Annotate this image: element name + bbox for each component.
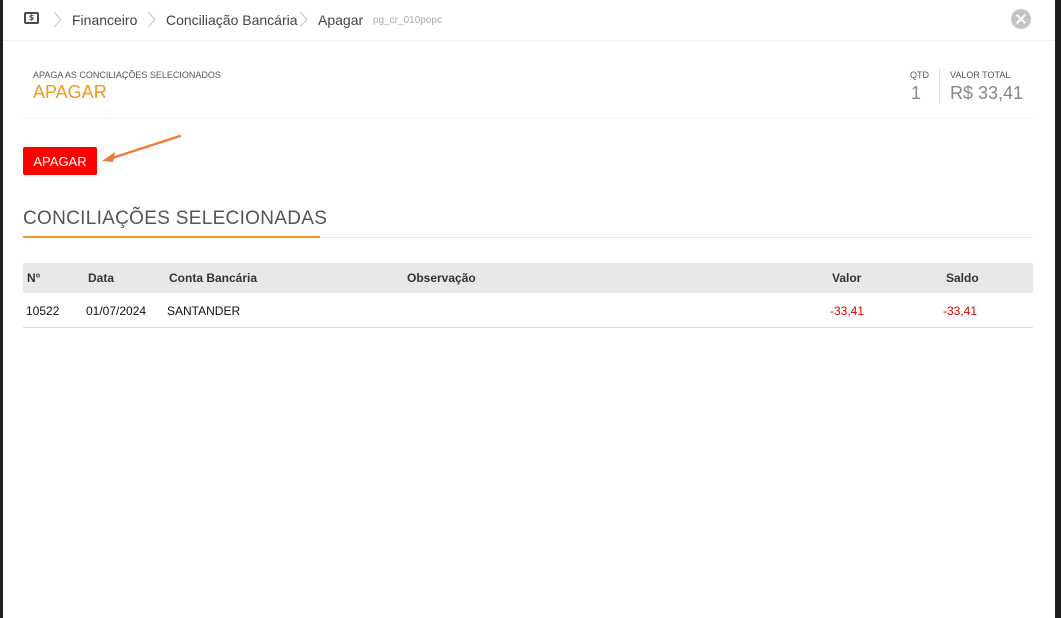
page-title: APAGAR [33,82,107,102]
close-icon[interactable] [1011,9,1031,29]
chevron-right-icon [299,11,308,28]
total-label: VALOR TOTAL [950,70,1011,80]
column-header-observacao[interactable]: Observação [407,271,476,285]
column-header-data[interactable]: Data [88,271,114,285]
column-header-numero[interactable]: N° [27,271,40,285]
cell-conta: SANTANDER [167,304,241,318]
qtd-value: 1 [911,83,922,103]
page-code: pg_cr_010popc [373,15,442,26]
total-value: R$ 33,41 [950,83,1024,103]
table-header: N° Data Conta Bancária Observação Valor … [23,263,1033,293]
apagar-button[interactable]: APAGAR [23,147,97,175]
stat-divider [939,69,940,104]
chevron-right-icon [53,11,62,28]
section-title: CONCILIAÇÕES SELECIONADAS [23,208,328,229]
column-header-conta[interactable]: Conta Bancária [169,271,257,285]
cell-saldo: -33,41 [943,304,978,318]
chevron-right-icon [147,11,156,28]
page-header: APAGA AS CONCILIAÇÕES SELECIONADOS APAGA… [23,42,1033,119]
qtd-label: QTD [910,70,929,80]
money-icon[interactable]: $ [24,12,39,24]
section-underline [23,236,320,238]
modal-window: $ Financeiro Conciliação Bancária Apagar… [3,0,1055,618]
arrow-annotation-icon [102,134,182,162]
breadcrumb-item-apagar: Apagar [318,12,364,28]
breadcrumb: $ Financeiro Conciliação Bancária Apagar… [3,0,1055,41]
column-header-valor[interactable]: Valor [832,271,861,285]
cell-data: 01/07/2024 [86,304,147,318]
cell-numero: 10522 [26,304,60,318]
cell-valor: -33,41 [830,304,865,318]
column-header-saldo[interactable]: Saldo [946,271,979,285]
page-subtitle: APAGA AS CONCILIAÇÕES SELECIONADOS [33,70,221,80]
table-row[interactable]: 10522 01/07/2024 SANTANDER -33,41 -33,41 [23,293,1033,328]
breadcrumb-item-conciliacao[interactable]: Conciliação Bancária [166,12,298,28]
conciliacoes-table: N° Data Conta Bancária Observação Valor … [23,263,1033,328]
breadcrumb-item-financeiro[interactable]: Financeiro [72,12,137,28]
